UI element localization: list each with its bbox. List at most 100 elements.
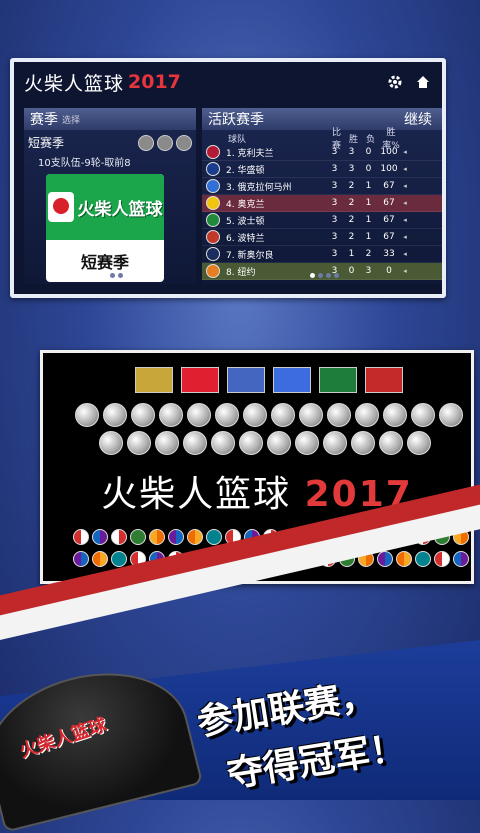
win-pct: 0 xyxy=(386,266,392,276)
table-row: 1. 克利夫兰 3 3 0 100 ◂ xyxy=(202,144,442,161)
arrow-icon: ◂ xyxy=(403,250,407,258)
team-name: 1. 克利夫兰 xyxy=(226,148,274,159)
ball-icon xyxy=(157,134,173,151)
team-ball-icon xyxy=(383,403,407,427)
league-row[interactable]: 短赛季 xyxy=(24,130,196,151)
logo-mode-icon xyxy=(181,367,219,393)
table-row: 7. 新奥尔良 3 1 2 33 ◂ xyxy=(202,246,442,263)
league-description: 10支队伍-9轮-取前8 xyxy=(38,158,131,169)
ball-icon xyxy=(138,134,154,151)
col-lost: 负 xyxy=(365,134,375,145)
flag-icon xyxy=(92,551,108,567)
cup-mode-icon xyxy=(227,367,265,393)
page-dot xyxy=(318,273,323,278)
active-season-label: 活跃赛季 xyxy=(208,112,264,128)
win-pct: 67 xyxy=(383,215,395,225)
season-mode-icon xyxy=(273,367,311,393)
full-season-mode-icon xyxy=(365,367,403,393)
team-logo-icon xyxy=(206,145,220,159)
team-ball-icon xyxy=(299,403,323,427)
games-played: 3 xyxy=(331,147,338,157)
league-mode-icon xyxy=(319,367,357,393)
season-panel: 火柴人篮球 2017 赛季 选择 短赛季 10支队伍-9轮-取前8 火柴人篮球 … xyxy=(10,58,446,298)
team-ball-icon xyxy=(439,403,463,427)
page-dots xyxy=(310,273,339,278)
col-team: 球队 xyxy=(228,134,247,145)
team-ball-icon xyxy=(159,403,183,427)
games-played: 3 xyxy=(331,215,338,225)
table-row: 5. 波士顿 3 2 1 67 ◂ xyxy=(202,212,442,229)
table-row: 6. 波特兰 3 2 1 67 ◂ xyxy=(202,229,442,246)
flag-icon xyxy=(434,551,450,567)
games-won: 3 xyxy=(348,147,355,157)
win-pct: 100 xyxy=(380,164,398,174)
games-lost: 0 xyxy=(365,164,372,174)
standings-header: 球队 比赛 胜 负 胜率% xyxy=(202,128,442,151)
team-name: 7. 新奥尔良 xyxy=(226,250,274,261)
games-played: 3 xyxy=(331,232,338,242)
team-ball-icon xyxy=(271,403,295,427)
flag-icon xyxy=(73,551,89,567)
mini-balls xyxy=(138,134,192,151)
active-season-column: 活跃赛季 继续 球队 比赛 胜 负 胜率% 1. 克利夫兰 3 3 0 100 ◂ 2. 华… xyxy=(202,108,442,284)
games-won: 2 xyxy=(348,198,355,208)
games-lost: 1 xyxy=(365,198,372,208)
flag-icon xyxy=(187,529,203,545)
team-ball-icon xyxy=(183,431,207,455)
team-logo-icon xyxy=(206,247,220,261)
flag-icon xyxy=(453,551,469,567)
team-ball-icon xyxy=(267,431,291,455)
team-ball-icon xyxy=(103,403,127,427)
page-dot xyxy=(326,273,331,278)
arrow-icon: ◂ xyxy=(403,148,407,156)
team-ball-icon xyxy=(379,431,403,455)
arrow-icon: ◂ xyxy=(403,165,407,173)
short-season-card[interactable]: 火柴人篮球 短赛季 xyxy=(46,174,164,282)
continue-button[interactable]: 继续 xyxy=(404,109,436,129)
team-ball-icon xyxy=(411,403,435,427)
team-name: 6. 波特兰 xyxy=(226,233,265,244)
home-icon[interactable] xyxy=(414,73,432,91)
mode-icons xyxy=(135,367,403,393)
cap-text: 火柴人篮球 xyxy=(17,714,110,763)
team-ball-icon xyxy=(407,431,431,455)
flag-icon xyxy=(168,529,184,545)
panel-header: 火柴人篮球 2017 xyxy=(14,62,442,102)
flag-icon xyxy=(92,529,108,545)
games-lost: 1 xyxy=(365,215,372,225)
team-name: 4. 奥克兰 xyxy=(226,199,265,210)
games-lost: 0 xyxy=(365,147,372,157)
games-lost: 3 xyxy=(365,266,372,276)
season-tab[interactable]: 赛季 选择 xyxy=(24,108,196,130)
games-won: 2 xyxy=(348,181,355,191)
win-pct: 33 xyxy=(383,249,395,259)
team-ball-icon xyxy=(351,431,375,455)
team-logo-icon xyxy=(206,264,220,278)
arrow-icon: ◂ xyxy=(403,233,407,241)
logo-text: 火柴人篮球 xyxy=(77,199,163,220)
flag-icon xyxy=(206,529,222,545)
team-name: 3. 俄克拉何马州 xyxy=(226,182,292,193)
games-played: 3 xyxy=(331,164,338,174)
team-ball-icon xyxy=(239,431,263,455)
team-ball-icon xyxy=(187,403,211,427)
team-name: 5. 波士顿 xyxy=(226,216,265,227)
gear-icon[interactable] xyxy=(386,73,404,91)
ball-icon xyxy=(176,134,192,151)
page-dot xyxy=(110,273,115,278)
games-lost: 1 xyxy=(365,232,372,242)
page-dots xyxy=(102,273,123,278)
showcase-title-text: 火柴人篮球 xyxy=(101,474,292,515)
page-dot xyxy=(310,273,315,278)
standings-table: 球队 比赛 胜 负 胜率% 1. 克利夫兰 3 3 0 100 ◂ 2. 华盛顿 3 3 0 100… xyxy=(202,128,442,280)
team-logo-icon xyxy=(206,213,220,227)
games-lost: 1 xyxy=(365,181,372,191)
table-row: 3. 俄克拉何马州 3 2 1 67 ◂ xyxy=(202,178,442,195)
win-pct: 67 xyxy=(383,198,395,208)
page-dot xyxy=(118,273,123,278)
games-played: 3 xyxy=(331,249,338,259)
arrow-icon: ◂ xyxy=(403,216,407,224)
page-dot xyxy=(102,273,107,278)
games-lost: 2 xyxy=(365,249,372,259)
team-ball-icon xyxy=(99,431,123,455)
